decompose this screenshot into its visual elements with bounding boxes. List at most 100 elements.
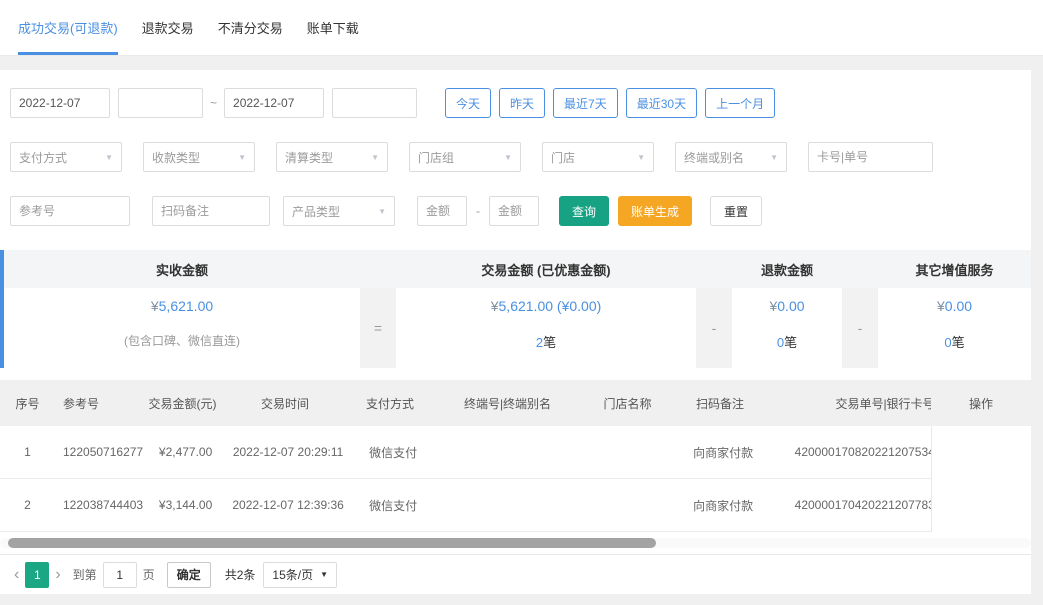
- summary-received-cell: ¥5,621.00 (包含口碑、微信直连): [4, 288, 360, 368]
- header-pay-method: 支付方式: [365, 396, 414, 411]
- refund-amount: 0.00: [777, 298, 805, 314]
- chevron-down-icon: ▼: [371, 152, 379, 162]
- tab-refund-trades[interactable]: 退款交易: [142, 0, 194, 55]
- page-size-label: 15条/页: [272, 568, 314, 582]
- summary-label-row: 实收金额 交易金额 (已优惠金额) 退款金额 其它增值服务: [4, 250, 1031, 288]
- confirm-page-button[interactable]: 确定: [166, 561, 211, 588]
- operator-minus: -: [842, 288, 878, 368]
- header-terminal: 终端号|终端别名: [463, 396, 552, 411]
- filter-row-dates: ~ 今天 昨天 最近7天 最近30天 上一个月: [0, 88, 1031, 118]
- product-type-select[interactable]: 产品类型 ▼: [283, 196, 395, 226]
- tab-unsettled-trades[interactable]: 不清分交易: [218, 0, 283, 55]
- summary-label-trade: 交易金额 (已优惠金额): [481, 262, 611, 278]
- row-scan-remark: 向商家付款: [693, 498, 754, 513]
- row-scan-remark: 向商家付款: [693, 445, 754, 460]
- summary-label-received: 实收金额: [155, 262, 208, 278]
- row-amount: ¥2,477.00: [158, 445, 213, 459]
- row-pay-method: 微信支付: [369, 498, 418, 513]
- trade-amount: 5,621.00: [498, 298, 554, 314]
- settle-type-select[interactable]: 清算类型 ▼: [276, 142, 388, 172]
- goto-page-label: 到第: [72, 568, 97, 582]
- valueadded-amount: 0.00: [944, 298, 973, 314]
- pay-method-select[interactable]: 支付方式 ▼: [10, 142, 122, 172]
- summary-trade-cell: ¥5,621.00 (¥0.00) 2笔: [396, 288, 696, 368]
- receive-type-select[interactable]: 收款类型 ▼: [143, 142, 255, 172]
- table-row: 1 122050716277 ¥2,477.00 2022-12-07 20:2…: [0, 426, 1031, 479]
- terminal-alias-select[interactable]: 终端或别名 ▼: [675, 142, 787, 172]
- pagination-bar: ‹ 1 › 到第 页 确定 共2条 15条/页 ▼: [0, 554, 1031, 594]
- reset-button[interactable]: 重置: [710, 196, 763, 226]
- card-or-order-input[interactable]: [808, 142, 933, 172]
- chevron-down-icon: ▼: [320, 570, 328, 579]
- date-range-separator: ~: [210, 96, 218, 110]
- page-unit-label: 页: [142, 568, 155, 582]
- header-store: 门店名称: [603, 396, 652, 411]
- received-amount: 5,621.00: [158, 298, 214, 314]
- receive-type-select-label: 收款类型: [152, 150, 201, 165]
- tab-bill-download[interactable]: 账单下载: [307, 0, 359, 55]
- quick-lastmonth-button[interactable]: 上一个月: [705, 88, 776, 118]
- table-header-row: 序号 参考号 交易金额(元) 交易时间 支付方式 终端号|终端别名 门店名称 扫…: [0, 380, 1031, 426]
- amount-range-separator: -: [476, 204, 480, 218]
- header-amount: 交易金额(元): [148, 396, 217, 411]
- summary-section: 实收金额 交易金额 (已优惠金额) 退款金额 其它增值服务 ¥5,621.00 …: [0, 250, 1031, 368]
- currency-symbol: ¥: [490, 298, 499, 314]
- prev-page-icon[interactable]: ‹: [8, 566, 25, 584]
- chevron-down-icon: ▼: [504, 152, 512, 162]
- store-group-select[interactable]: 门店组 ▼: [409, 142, 521, 172]
- row-amount: ¥3,144.00: [158, 498, 213, 512]
- chevron-down-icon: ▼: [238, 152, 246, 162]
- time-end-input[interactable]: [332, 88, 418, 118]
- chevron-down-icon: ▼: [105, 152, 113, 162]
- row-time: 2022-12-07 12:39:36: [232, 498, 344, 512]
- pay-method-select-label: 支付方式: [19, 150, 68, 165]
- chevron-down-icon: ▼: [770, 152, 778, 162]
- header-actions: 操作: [931, 380, 1031, 426]
- main-panel: ~ 今天 昨天 最近7天 最近30天 上一个月 支付方式 ▼ 收款类型 ▼ 清算…: [0, 70, 1031, 594]
- settle-type-select-label: 清算类型: [285, 150, 334, 165]
- store-select[interactable]: 门店 ▼: [542, 142, 654, 172]
- transactions-table: 序号 参考号 交易金额(元) 交易时间 支付方式 终端号|终端别名 门店名称 扫…: [0, 380, 1031, 532]
- quick-today-button[interactable]: 今天: [445, 88, 492, 118]
- chevron-down-icon: ▼: [637, 152, 645, 162]
- header-reference: 参考号: [63, 396, 100, 411]
- goto-page-input[interactable]: [102, 561, 137, 588]
- total-count-label: 共2条: [224, 568, 256, 582]
- row-pay-method: 微信支付: [369, 445, 418, 460]
- filter-row-actions: 产品类型 ▼ - 查询 账单生成 重置: [0, 196, 1031, 226]
- amount-max-input[interactable]: [489, 196, 539, 226]
- query-button[interactable]: 查询: [559, 196, 610, 226]
- currency-symbol: ¥: [936, 298, 945, 314]
- next-page-icon[interactable]: ›: [49, 566, 66, 584]
- summary-valueadded-cell: ¥0.00 0笔: [878, 288, 1031, 368]
- quick-last7days-button[interactable]: 最近7天: [553, 88, 618, 118]
- summary-label-valueadded: 其它增值服务: [915, 262, 994, 278]
- currency-symbol: ¥: [150, 298, 159, 314]
- quick-last30days-button[interactable]: 最近30天: [625, 88, 698, 118]
- count-unit: 笔: [951, 335, 965, 350]
- reference-no-input[interactable]: [10, 196, 130, 226]
- date-start-input[interactable]: [10, 88, 110, 118]
- horizontal-scrollbar-track: [0, 538, 1031, 548]
- page-size-select[interactable]: 15条/页 ▼: [263, 561, 337, 588]
- tab-bar: 成功交易(可退款) 退款交易 不清分交易 账单下载: [0, 0, 1043, 56]
- discount-amount: (¥0.00): [556, 298, 602, 314]
- tab-success-trades[interactable]: 成功交易(可退款): [18, 0, 118, 55]
- time-start-input[interactable]: [118, 88, 203, 118]
- amount-min-input[interactable]: [417, 196, 467, 226]
- header-no: 序号: [15, 396, 40, 411]
- quick-yesterday-button[interactable]: 昨天: [499, 88, 546, 118]
- table-row: 2 122038744403 ¥3,144.00 2022-12-07 12:3…: [0, 479, 1031, 532]
- operator-minus: -: [696, 288, 732, 368]
- scan-remark-input[interactable]: [152, 196, 270, 226]
- header-time: 交易时间: [260, 396, 309, 411]
- bill-generate-button[interactable]: 账单生成: [618, 196, 693, 226]
- header-scan-remark: 扫码备注: [695, 396, 744, 411]
- current-page-button[interactable]: 1: [25, 561, 50, 588]
- store-group-select-label: 门店组: [418, 150, 455, 165]
- row-no: 2: [24, 498, 31, 512]
- date-end-input[interactable]: [224, 88, 325, 118]
- store-select-label: 门店: [551, 150, 576, 165]
- row-reference: 122050716277: [63, 445, 144, 459]
- horizontal-scrollbar-thumb[interactable]: [8, 538, 656, 548]
